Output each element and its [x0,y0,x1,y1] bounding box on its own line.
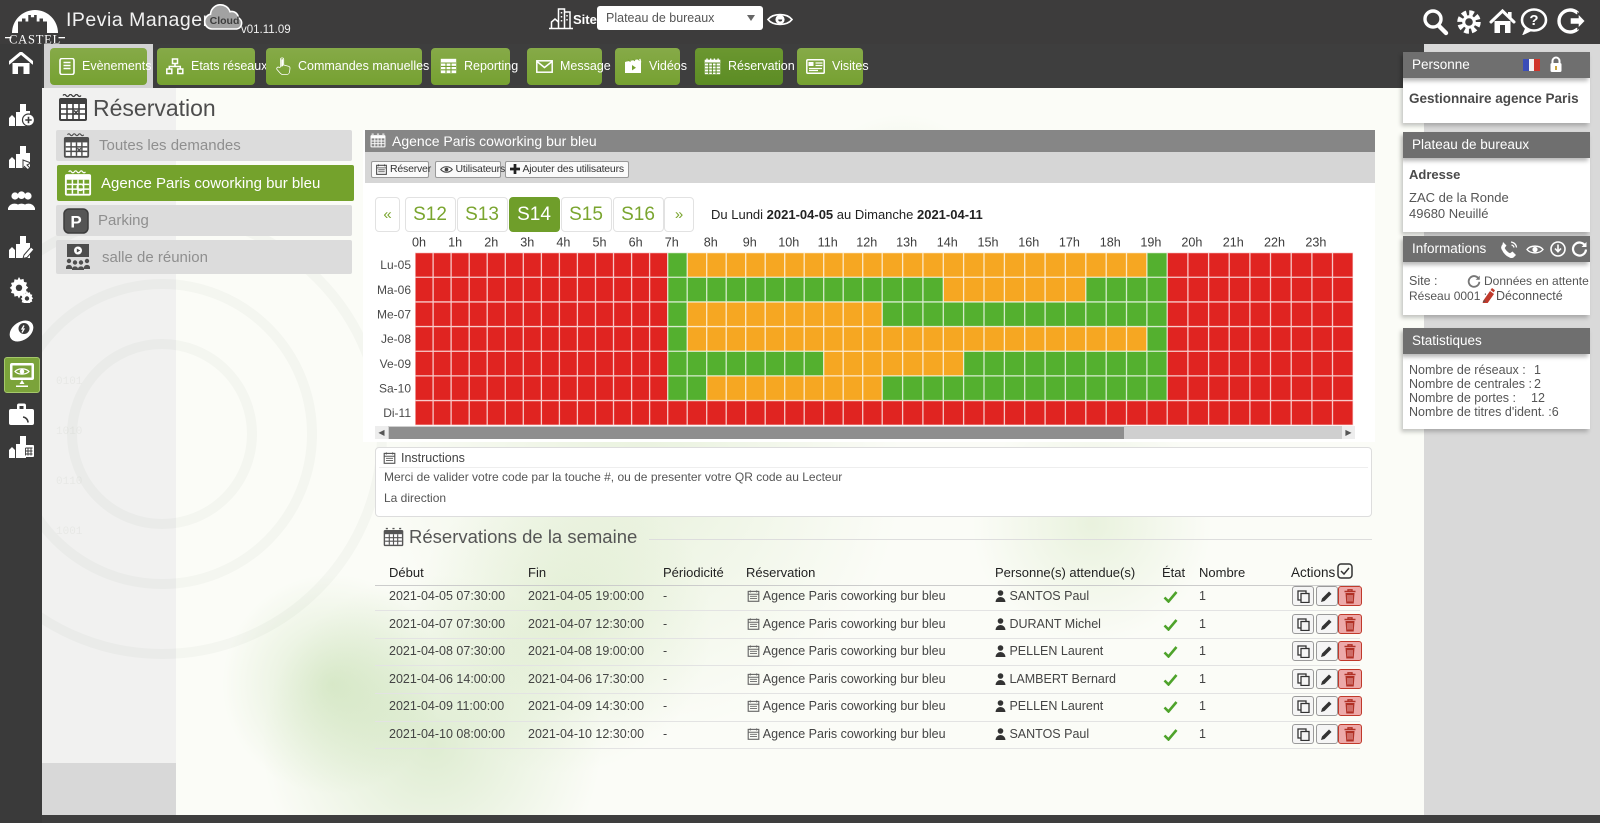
svg-text:17h: 17h [1059,236,1080,250]
svg-text:P: P [70,212,81,231]
svg-text:20h: 20h [1181,236,1202,250]
svg-text:1010: 1010 [56,426,82,438]
svg-text:0110: 0110 [56,476,82,488]
svg-text:14h: 14h [937,236,958,250]
svg-text:11h: 11h [818,236,838,250]
svg-text:2h: 2h [484,236,498,250]
svg-text:10h: 10h [778,236,799,250]
svg-text:Je-08: Je-08 [381,332,411,346]
svg-text:15h: 15h [977,236,998,250]
svg-text:0101: 0101 [56,376,83,388]
svg-text:7h: 7h [665,236,679,250]
svg-text:Lu-05: Lu-05 [380,258,411,272]
svg-text:Sa-10: Sa-10 [379,381,411,395]
svg-text:23h: 23h [1305,236,1326,250]
svg-text:CASTEL: CASTEL [9,33,61,45]
svg-text:16h: 16h [1018,236,1039,250]
svg-text:4h: 4h [556,236,570,250]
svg-text:9h: 9h [743,236,757,250]
svg-text:?: ? [1529,12,1538,29]
svg-text:6h: 6h [629,236,643,250]
svg-text:Cloud: Cloud [210,15,240,27]
svg-text:Ma-06: Ma-06 [377,283,411,297]
svg-text:12h: 12h [856,236,877,250]
svg-text:5h: 5h [592,236,606,250]
svg-text:13h: 13h [896,236,917,250]
svg-text:8h: 8h [704,236,718,250]
svg-text:3h: 3h [520,236,534,250]
svg-text:1h: 1h [448,236,462,250]
svg-text:18h: 18h [1100,236,1121,250]
svg-text:Ve-09: Ve-09 [380,357,412,371]
svg-text:1001: 1001 [56,526,83,538]
svg-text:22h: 22h [1264,236,1285,250]
svg-text:Me-07: Me-07 [377,307,411,321]
svg-text:19h: 19h [1140,236,1161,250]
svg-text:0h: 0h [412,236,426,250]
svg-text:21h: 21h [1223,236,1244,250]
svg-text:Di-11: Di-11 [383,406,411,420]
